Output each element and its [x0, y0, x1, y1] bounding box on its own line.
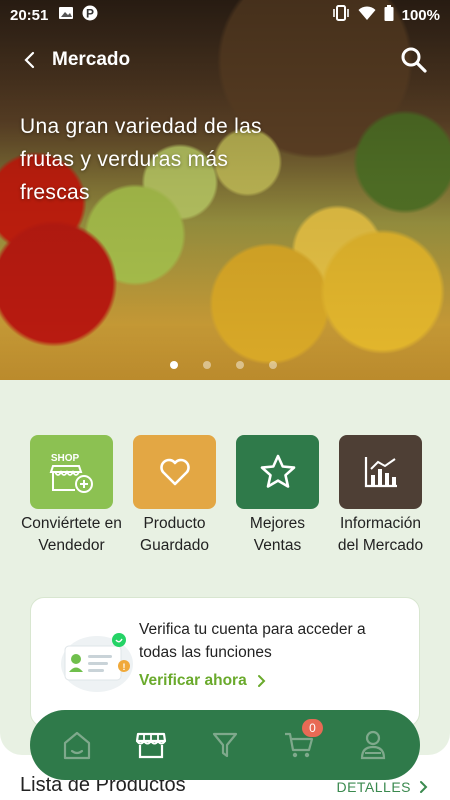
page-title: Mercado — [52, 49, 131, 70]
wifi-icon — [358, 5, 376, 25]
status-bar: 20:51 P 100% — [0, 0, 450, 30]
status-time: 20:51 — [10, 6, 49, 24]
nav-filter[interactable] — [197, 717, 253, 773]
top-app-bar: Mercado — [0, 44, 450, 76]
carousel-indicators — [170, 361, 277, 369]
carousel-dot[interactable] — [269, 361, 277, 369]
carousel-dot[interactable] — [203, 361, 211, 369]
svg-text:!: ! — [123, 662, 126, 672]
image-icon — [58, 5, 74, 25]
tile-become-seller[interactable]: SHOP Conviértete en Vendedor — [20, 435, 123, 557]
shortcut-tiles: SHOP Conviértete en Vendedor Producto Gu… — [0, 435, 450, 557]
product-list-details-link[interactable]: DETALLES — [336, 779, 428, 795]
carousel-dot[interactable] — [236, 361, 244, 369]
store-icon — [135, 732, 167, 759]
parking-icon: P — [82, 5, 98, 25]
star-icon — [236, 435, 319, 509]
tile-label: Conviértete en Vendedor — [21, 515, 122, 554]
chevron-right-icon — [257, 675, 266, 687]
tile-best-sellers[interactable]: Mejores Ventas — [226, 435, 329, 557]
tile-market-info[interactable]: Información del Mercado — [329, 435, 432, 557]
carousel-dot[interactable] — [170, 361, 178, 369]
tile-saved-products[interactable]: Producto Guardado — [123, 435, 226, 557]
cart-count-badge: 0 — [302, 719, 323, 737]
search-button[interactable] — [398, 44, 430, 76]
shop-icon: SHOP — [30, 435, 113, 509]
tile-label: Información del Mercado — [337, 515, 424, 554]
svg-text:P: P — [86, 7, 94, 21]
shop-icon-text: SHOP — [50, 453, 79, 464]
bottom-navigation: 0 — [30, 710, 420, 780]
nav-cart[interactable]: 0 — [271, 717, 327, 773]
heart-icon — [133, 435, 216, 509]
hero-headline: Una gran variedad de las frutas y verdur… — [20, 115, 262, 204]
chart-icon — [339, 435, 422, 509]
tile-label: Producto Guardado — [140, 515, 209, 554]
vibrate-icon — [332, 5, 350, 25]
search-icon — [401, 47, 427, 73]
battery-level: 100% — [401, 6, 440, 24]
verify-now-link[interactable]: Verificar ahora — [139, 672, 266, 690]
details-label: DETALLES — [336, 779, 411, 795]
battery-icon — [384, 5, 394, 25]
nav-store[interactable] — [123, 717, 179, 773]
nav-home[interactable] — [49, 717, 105, 773]
tile-label: Mejores Ventas — [249, 515, 306, 554]
nav-profile[interactable] — [345, 717, 401, 773]
chevron-left-icon — [24, 51, 35, 69]
filter-icon — [212, 732, 238, 758]
home-icon — [63, 731, 91, 760]
verify-message: Verifica tu cuenta para acceder a todas … — [139, 621, 366, 661]
chevron-right-icon — [420, 781, 428, 793]
back-button[interactable] — [12, 44, 48, 76]
verify-now-label: Verificar ahora — [139, 672, 247, 689]
verify-account-card[interactable]: ! Verifica tu cuenta para acceder a toda… — [30, 597, 420, 727]
id-card-illustration: ! — [57, 628, 137, 694]
profile-icon — [360, 730, 386, 760]
